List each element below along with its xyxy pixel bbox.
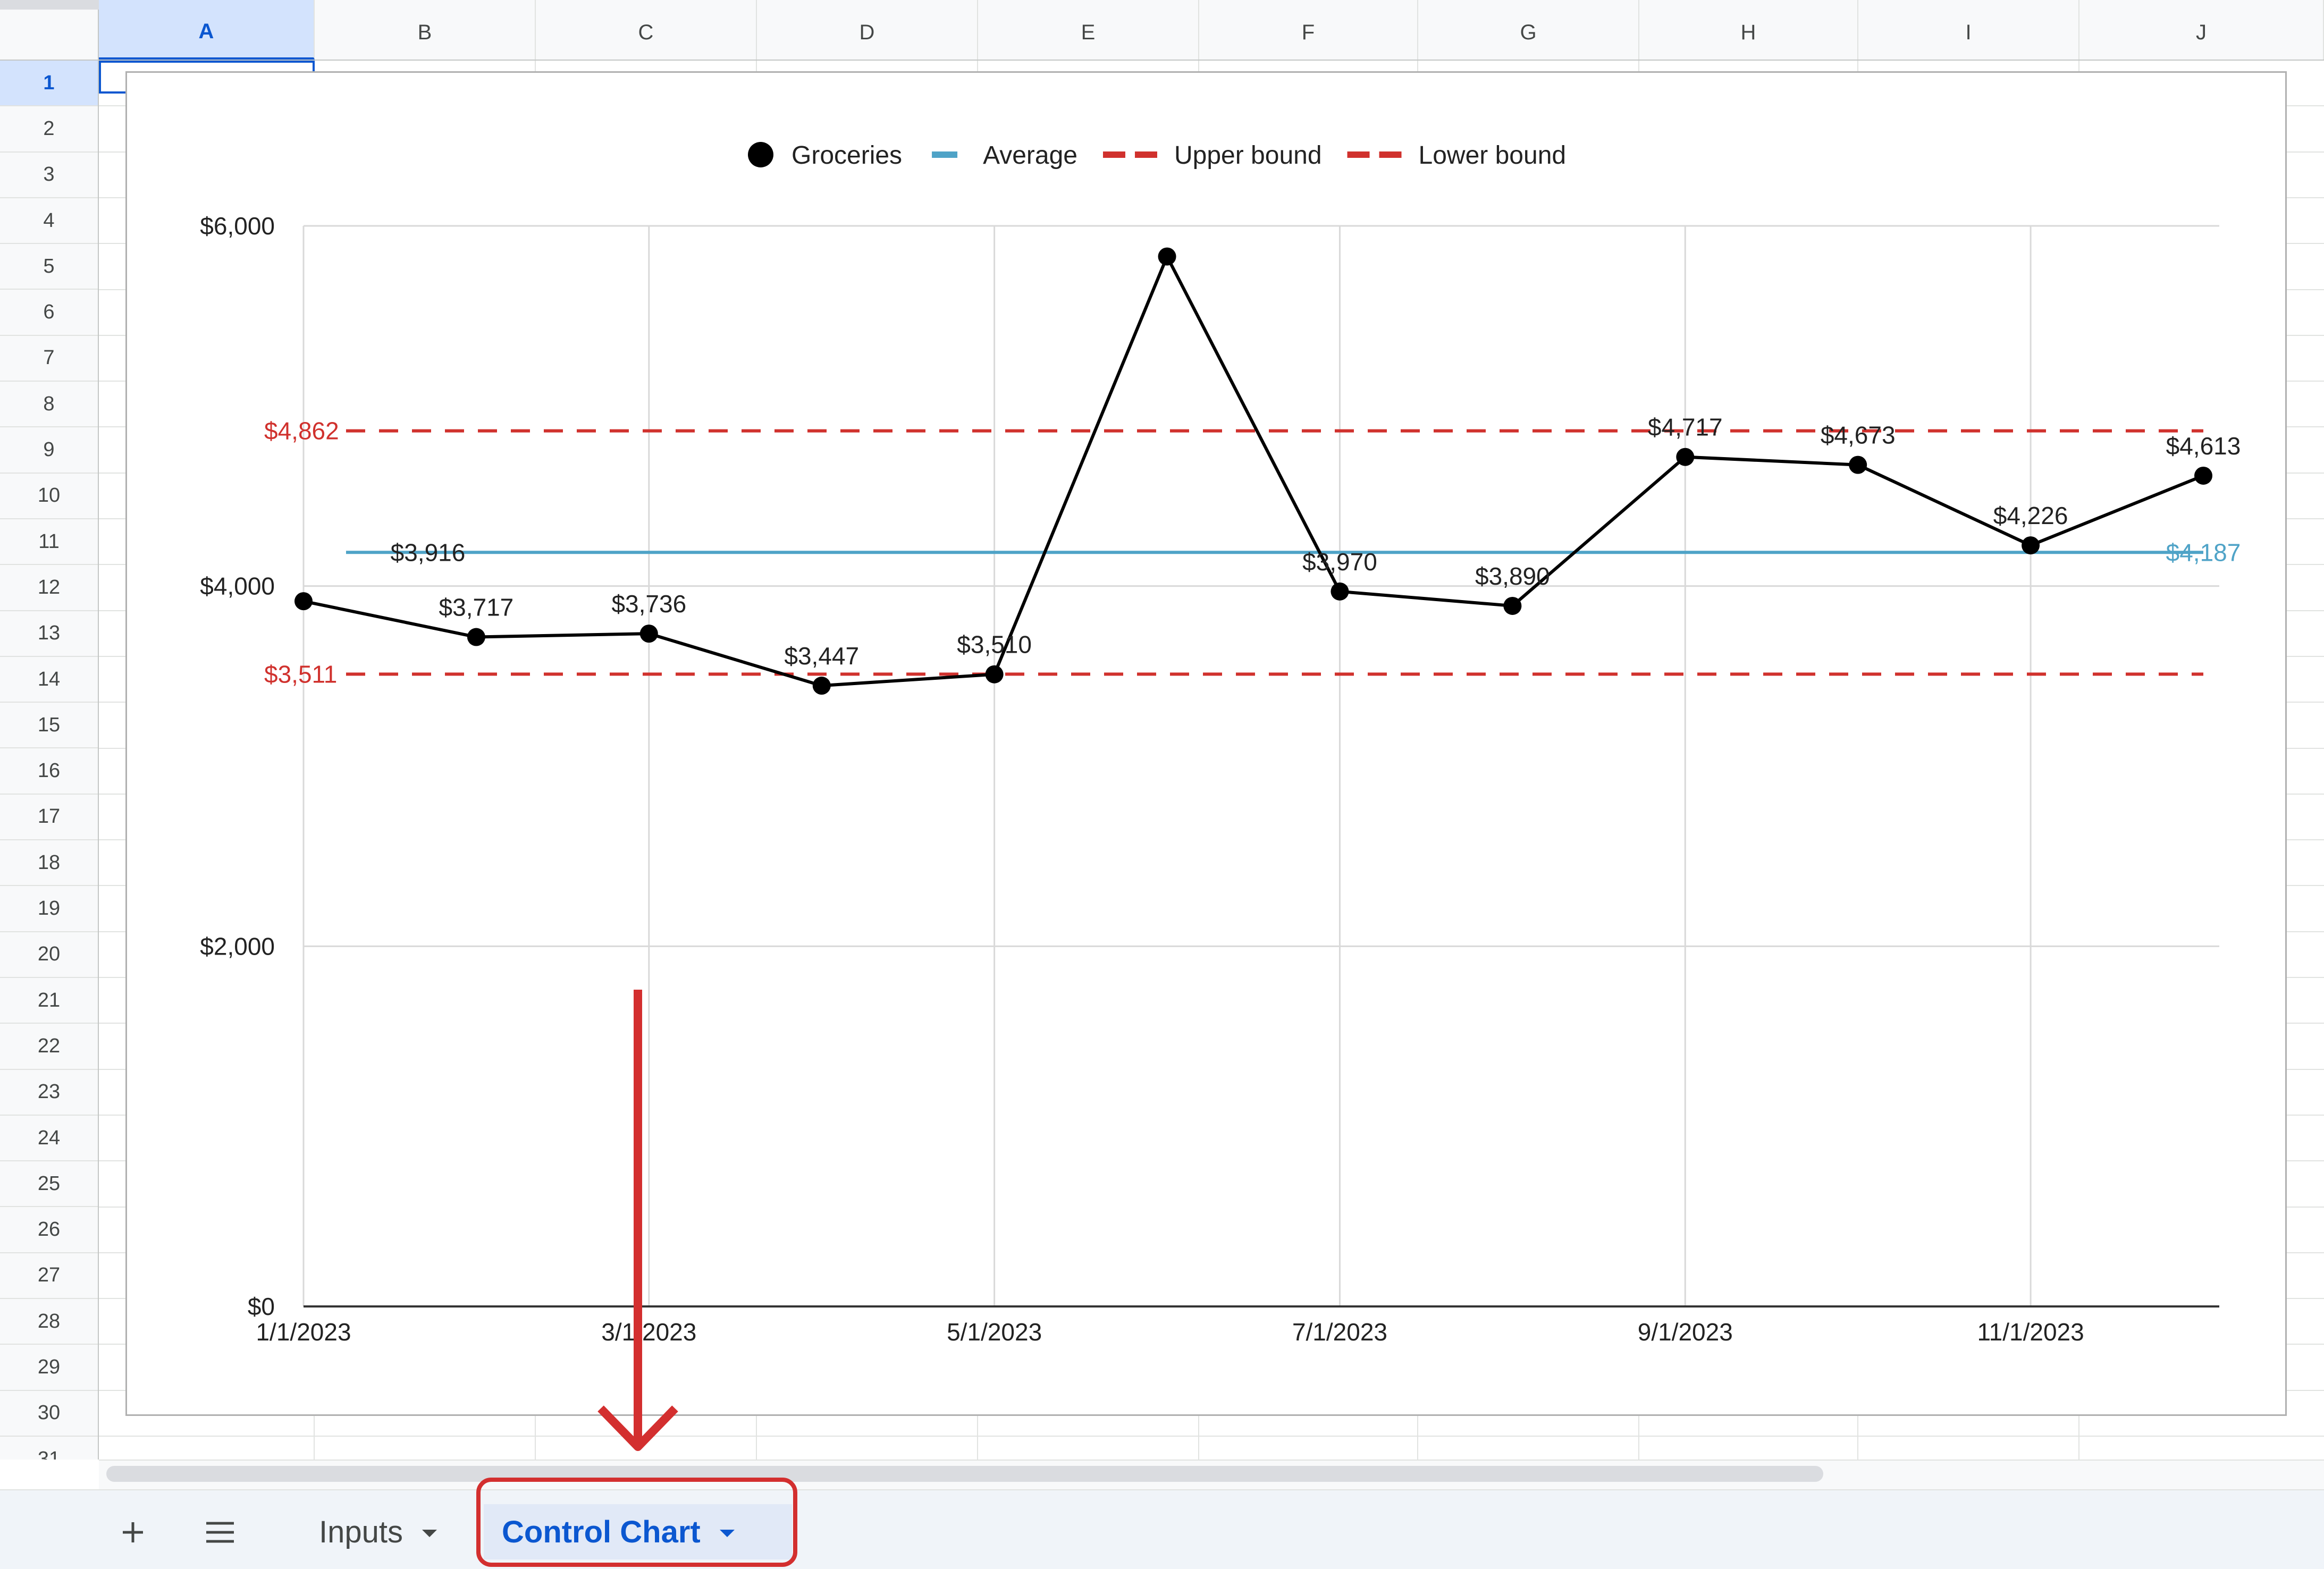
row-header-21[interactable]: 21 (0, 978, 98, 1024)
row-header-bar: 1 2 3 4 5 6 7 8 9 10 11 12 13 14 15 16 17 18 19 20 21 22 23 24 2… (0, 61, 99, 1460)
data-label: $4,673 (1821, 421, 1896, 449)
column-header-e[interactable]: E (978, 0, 1199, 60)
column-header-a[interactable]: A (99, 0, 315, 60)
data-label: $4,613 (2166, 432, 2241, 460)
row-header-26[interactable]: 26 (0, 1208, 98, 1253)
row-header-27[interactable]: 27 (0, 1253, 98, 1300)
row-header-12[interactable]: 12 (0, 565, 98, 611)
lower-bound-label: $3,511 (264, 660, 337, 688)
groceries-point (812, 677, 831, 695)
x-tick-label: 11/1/2023 (1977, 1318, 2084, 1346)
groceries-point (1158, 247, 1176, 266)
data-label: $4,717 (1648, 414, 1723, 441)
row-header-23[interactable]: 23 (0, 1070, 98, 1116)
row-header-22[interactable]: 22 (0, 1024, 98, 1070)
x-tick-label: 9/1/2023 (1638, 1318, 1733, 1346)
upper-bound-label: $4,862 (264, 417, 339, 445)
row-header-29[interactable]: 29 (0, 1345, 98, 1391)
data-label: $3,890 (1475, 562, 1550, 590)
legend-label: Groceries (791, 141, 902, 170)
groceries-point (467, 628, 485, 646)
groceries-point (1849, 455, 1867, 474)
row-header-16[interactable]: 16 (0, 749, 98, 795)
data-label: $3,447 (784, 642, 859, 670)
row-header-6[interactable]: 6 (0, 290, 98, 336)
chart-canvas: $0$2,000$4,000$6,0001/1/2023 3/1/2023 5/1/… (200, 141, 2241, 1346)
average-label: $4,187 (2166, 538, 2241, 566)
legend-label: Upper bound (1174, 141, 1322, 170)
groceries-point (639, 625, 658, 643)
menu-icon[interactable] (199, 1511, 241, 1554)
groceries-point (2194, 466, 2212, 485)
y-tick-label: $0 (248, 1293, 275, 1320)
row-header-30[interactable]: 30 (0, 1391, 98, 1437)
groceries-point (1331, 582, 1349, 601)
annotation-arrow (597, 990, 678, 1451)
row-header-1[interactable]: 1 (0, 61, 98, 107)
row-header-10[interactable]: 10 (0, 474, 98, 519)
data-label: $4,226 (1993, 502, 2068, 529)
row-header-24[interactable]: 24 (0, 1116, 98, 1162)
row-header-2[interactable]: 2 (0, 106, 98, 153)
data-label: $3,736 (611, 590, 686, 618)
row-header-8[interactable]: 8 (0, 382, 98, 428)
column-header-c[interactable]: C (536, 0, 757, 60)
row-header-31[interactable]: 31 (0, 1437, 98, 1460)
row-header-3[interactable]: 3 (0, 153, 98, 198)
groceries-point (294, 592, 313, 611)
column-header-i[interactable]: I (1858, 0, 2079, 60)
tab-label: Inputs (319, 1514, 403, 1549)
row-header-7[interactable]: 7 (0, 336, 98, 382)
x-tick-label: 1/1/2023 (256, 1318, 351, 1346)
row-header-14[interactable]: 14 (0, 657, 98, 703)
column-header-g[interactable]: G (1418, 0, 1639, 60)
scrollbar-thumb[interactable] (106, 1466, 1823, 1482)
column-header-f[interactable]: F (1199, 0, 1418, 60)
row-header-19[interactable]: 19 (0, 886, 98, 932)
groceries-line (303, 255, 2204, 688)
row-header-9[interactable]: 9 (0, 427, 98, 474)
plus-icon[interactable] (112, 1511, 154, 1554)
row-header-15[interactable]: 15 (0, 703, 98, 749)
control-chart[interactable]: $0 $2,000 $4,000 $6,000 1/1/2023 3/1/2023 5/1/… (125, 71, 2287, 1416)
chevron-down-icon[interactable] (422, 1530, 437, 1537)
column-header-b[interactable]: B (315, 0, 536, 60)
legend-swatch (748, 142, 773, 167)
highlight-box (476, 1478, 797, 1567)
data-label: $3,510 (957, 631, 1032, 659)
row-header-5[interactable]: 5 (0, 244, 98, 290)
y-tick-label: $2,000 (200, 932, 275, 960)
row-header-13[interactable]: 13 (0, 611, 98, 657)
row-header-20[interactable]: 20 (0, 932, 98, 978)
row-header-4[interactable]: 4 (0, 198, 98, 244)
groceries-point (1676, 448, 1695, 466)
row-header-25[interactable]: 25 (0, 1161, 98, 1208)
groceries-point (985, 665, 1004, 684)
column-header-j[interactable]: J (2079, 0, 2324, 60)
tab-inputs[interactable]: Inputs (301, 1504, 455, 1559)
y-tick-label: $6,000 (200, 212, 275, 240)
data-label: $3,916 (391, 538, 466, 566)
x-tick-label: 7/1/2023 (1292, 1318, 1387, 1346)
column-header-bar: ABCDEFGHIJ (99, 0, 2324, 61)
legend-label: Average (983, 141, 1077, 170)
row-header-11[interactable]: 11 (0, 519, 98, 566)
row-header-17[interactable]: 17 (0, 795, 98, 841)
groceries-point (1503, 596, 1522, 615)
groceries-point (2022, 536, 2040, 555)
y-tick-label: $4,000 (200, 572, 275, 600)
row-header-18[interactable]: 18 (0, 840, 98, 887)
data-label: $3,717 (439, 594, 514, 621)
x-tick-label: 5/1/2023 (947, 1318, 1042, 1346)
select-all-corner[interactable] (0, 0, 99, 61)
data-label: $3,970 (1302, 548, 1377, 576)
column-header-d[interactable]: D (757, 0, 978, 60)
row-header-28[interactable]: 28 (0, 1299, 98, 1345)
column-header-h[interactable]: H (1639, 0, 1858, 60)
legend-label: Lower bound (1419, 141, 1567, 170)
